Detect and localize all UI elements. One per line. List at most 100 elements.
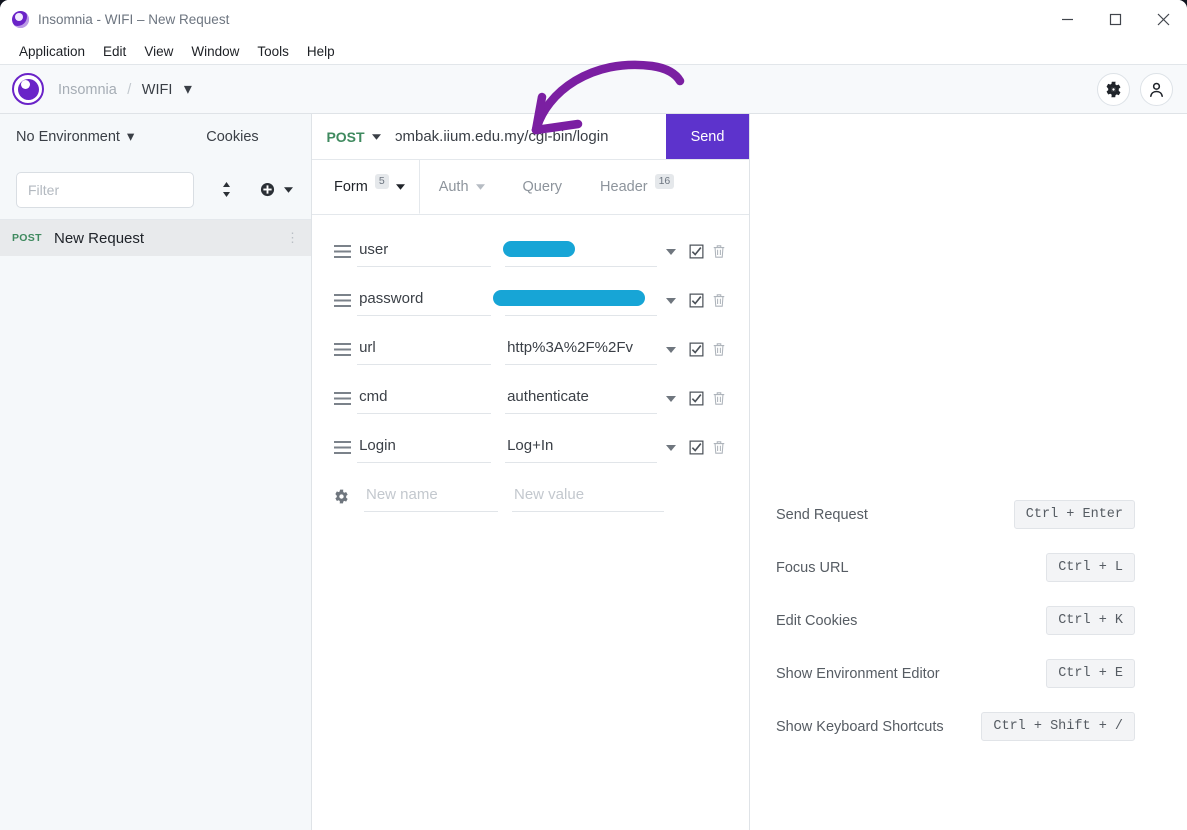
sidebar-filter-row bbox=[0, 160, 311, 220]
request-pane: POST Send Form 5 Auth Query bbox=[312, 114, 750, 830]
sort-button[interactable] bbox=[208, 172, 245, 208]
shortcut-keys: Ctrl + Shift + / bbox=[981, 712, 1135, 741]
redaction-bar bbox=[493, 290, 645, 306]
add-request-button[interactable] bbox=[259, 172, 296, 208]
tab-form[interactable]: Form 5 bbox=[312, 160, 420, 214]
shortcut-label: Show Environment Editor bbox=[776, 665, 940, 682]
table-row bbox=[312, 423, 749, 472]
tab-form-label: Form bbox=[334, 178, 368, 195]
form-name-input[interactable] bbox=[357, 383, 492, 414]
account-icon bbox=[1150, 82, 1163, 97]
breadcrumb-separator: / bbox=[127, 82, 132, 98]
new-form-name-input[interactable] bbox=[364, 481, 498, 512]
maximize-icon bbox=[1109, 13, 1121, 25]
settings-button[interactable] bbox=[1097, 72, 1130, 106]
request-name-label: New Request bbox=[54, 229, 145, 247]
form-row-enabled-checkbox[interactable] bbox=[685, 293, 708, 308]
form-value-input[interactable] bbox=[505, 383, 658, 414]
form-name-input[interactable] bbox=[357, 334, 492, 365]
form-row-delete-button[interactable] bbox=[708, 244, 731, 259]
form-row-delete-button[interactable] bbox=[708, 391, 731, 406]
account-button[interactable] bbox=[1140, 72, 1173, 106]
chevron-down-icon[interactable]: ▾ bbox=[184, 79, 192, 99]
form-row-menu-icon[interactable] bbox=[657, 346, 685, 353]
form-editor bbox=[312, 215, 749, 830]
environment-selector[interactable]: No Environment ▾ bbox=[16, 129, 134, 145]
form-row-menu-icon[interactable] bbox=[657, 444, 685, 451]
sort-icon bbox=[222, 182, 230, 197]
form-row-delete-button[interactable] bbox=[708, 342, 731, 357]
request-menu-icon[interactable]: ⋮ bbox=[286, 230, 299, 246]
menu-view[interactable]: View bbox=[135, 42, 182, 61]
cookies-button[interactable]: Cookies bbox=[206, 129, 258, 145]
menu-edit[interactable]: Edit bbox=[94, 42, 135, 61]
form-row-menu-icon[interactable] bbox=[657, 248, 685, 255]
shortcut-label: Show Keyboard Shortcuts bbox=[776, 718, 944, 735]
drag-handle-icon[interactable] bbox=[334, 441, 357, 454]
window-title: Insomnia - WIFI – New Request bbox=[38, 11, 230, 27]
minimize-icon bbox=[1061, 18, 1073, 20]
tab-query[interactable]: Query bbox=[504, 160, 582, 214]
chevron-down-icon bbox=[395, 183, 405, 190]
form-name-input[interactable] bbox=[357, 285, 492, 316]
url-input[interactable] bbox=[395, 114, 666, 159]
form-value-input[interactable] bbox=[505, 432, 658, 463]
form-row-enabled-checkbox[interactable] bbox=[685, 440, 708, 455]
sidebar-item-new-request[interactable]: POST New Request ⋮ bbox=[0, 220, 311, 256]
breadcrumb-current: WIFI bbox=[141, 82, 173, 98]
menu-window[interactable]: Window bbox=[182, 42, 248, 61]
close-button[interactable] bbox=[1139, 0, 1187, 38]
form-row-delete-button[interactable] bbox=[708, 293, 731, 308]
menu-help[interactable]: Help bbox=[298, 42, 344, 61]
shortcut-row-focus-url: Focus URL Ctrl + L bbox=[776, 541, 1161, 594]
form-row-menu-icon[interactable] bbox=[657, 297, 685, 304]
drag-handle-icon[interactable] bbox=[334, 343, 357, 356]
shortcut-keys: Ctrl + E bbox=[1046, 659, 1135, 688]
shortcut-row-show-environment-editor: Show Environment Editor Ctrl + E bbox=[776, 647, 1161, 700]
workspace-header-actions bbox=[1097, 72, 1173, 106]
shortcut-row-send-request: Send Request Ctrl + Enter bbox=[776, 488, 1161, 541]
drag-handle-icon[interactable] bbox=[334, 245, 357, 258]
sidebar-top-row: No Environment ▾ Cookies bbox=[0, 114, 311, 160]
method-selector[interactable]: POST bbox=[312, 114, 395, 159]
request-list: POST New Request ⋮ bbox=[0, 220, 311, 830]
drag-handle-icon[interactable] bbox=[334, 294, 357, 307]
plus-circle-icon bbox=[261, 182, 275, 197]
maximize-button[interactable] bbox=[1091, 0, 1139, 38]
form-row-menu-icon[interactable] bbox=[657, 395, 685, 402]
tab-auth[interactable]: Auth bbox=[420, 160, 504, 214]
tab-query-label: Query bbox=[522, 178, 563, 195]
new-form-value-input[interactable] bbox=[512, 481, 664, 512]
form-name-input[interactable] bbox=[357, 236, 492, 267]
environment-label: No Environment bbox=[16, 129, 120, 145]
chevron-down-icon bbox=[371, 133, 381, 140]
form-value-input[interactable] bbox=[505, 334, 658, 365]
shortcut-label: Edit Cookies bbox=[776, 612, 858, 629]
send-button[interactable]: Send bbox=[666, 114, 749, 159]
form-row-enabled-checkbox[interactable] bbox=[685, 244, 708, 259]
app-logo-icon bbox=[12, 10, 29, 28]
form-row-delete-button[interactable] bbox=[708, 440, 731, 455]
close-icon bbox=[1157, 13, 1169, 25]
menu-tools[interactable]: Tools bbox=[248, 42, 298, 61]
gear-icon bbox=[1106, 81, 1121, 97]
tab-header[interactable]: Header 16 bbox=[581, 160, 693, 214]
window-controls bbox=[1043, 0, 1187, 38]
insomnia-window: Insomnia - WIFI – New Request Applicatio… bbox=[0, 0, 1187, 830]
shortcut-row-edit-cookies: Edit Cookies Ctrl + K bbox=[776, 594, 1161, 647]
form-row-enabled-checkbox[interactable] bbox=[685, 391, 708, 406]
chevron-down-icon bbox=[475, 183, 485, 190]
table-row-new bbox=[312, 472, 749, 521]
form-name-input[interactable] bbox=[357, 432, 492, 463]
gear-icon[interactable] bbox=[334, 489, 364, 504]
redaction-bar bbox=[503, 241, 575, 257]
tab-header-badge: 16 bbox=[654, 174, 675, 189]
drag-handle-icon[interactable] bbox=[334, 392, 357, 405]
shortcut-label: Send Request bbox=[776, 506, 868, 523]
form-row-enabled-checkbox[interactable] bbox=[685, 342, 708, 357]
menu-application[interactable]: Application bbox=[10, 42, 94, 61]
filter-input[interactable] bbox=[16, 171, 194, 208]
minimize-button[interactable] bbox=[1043, 0, 1091, 38]
table-row bbox=[312, 374, 749, 423]
breadcrumb[interactable]: Insomnia / WIFI ▾ bbox=[58, 79, 192, 99]
